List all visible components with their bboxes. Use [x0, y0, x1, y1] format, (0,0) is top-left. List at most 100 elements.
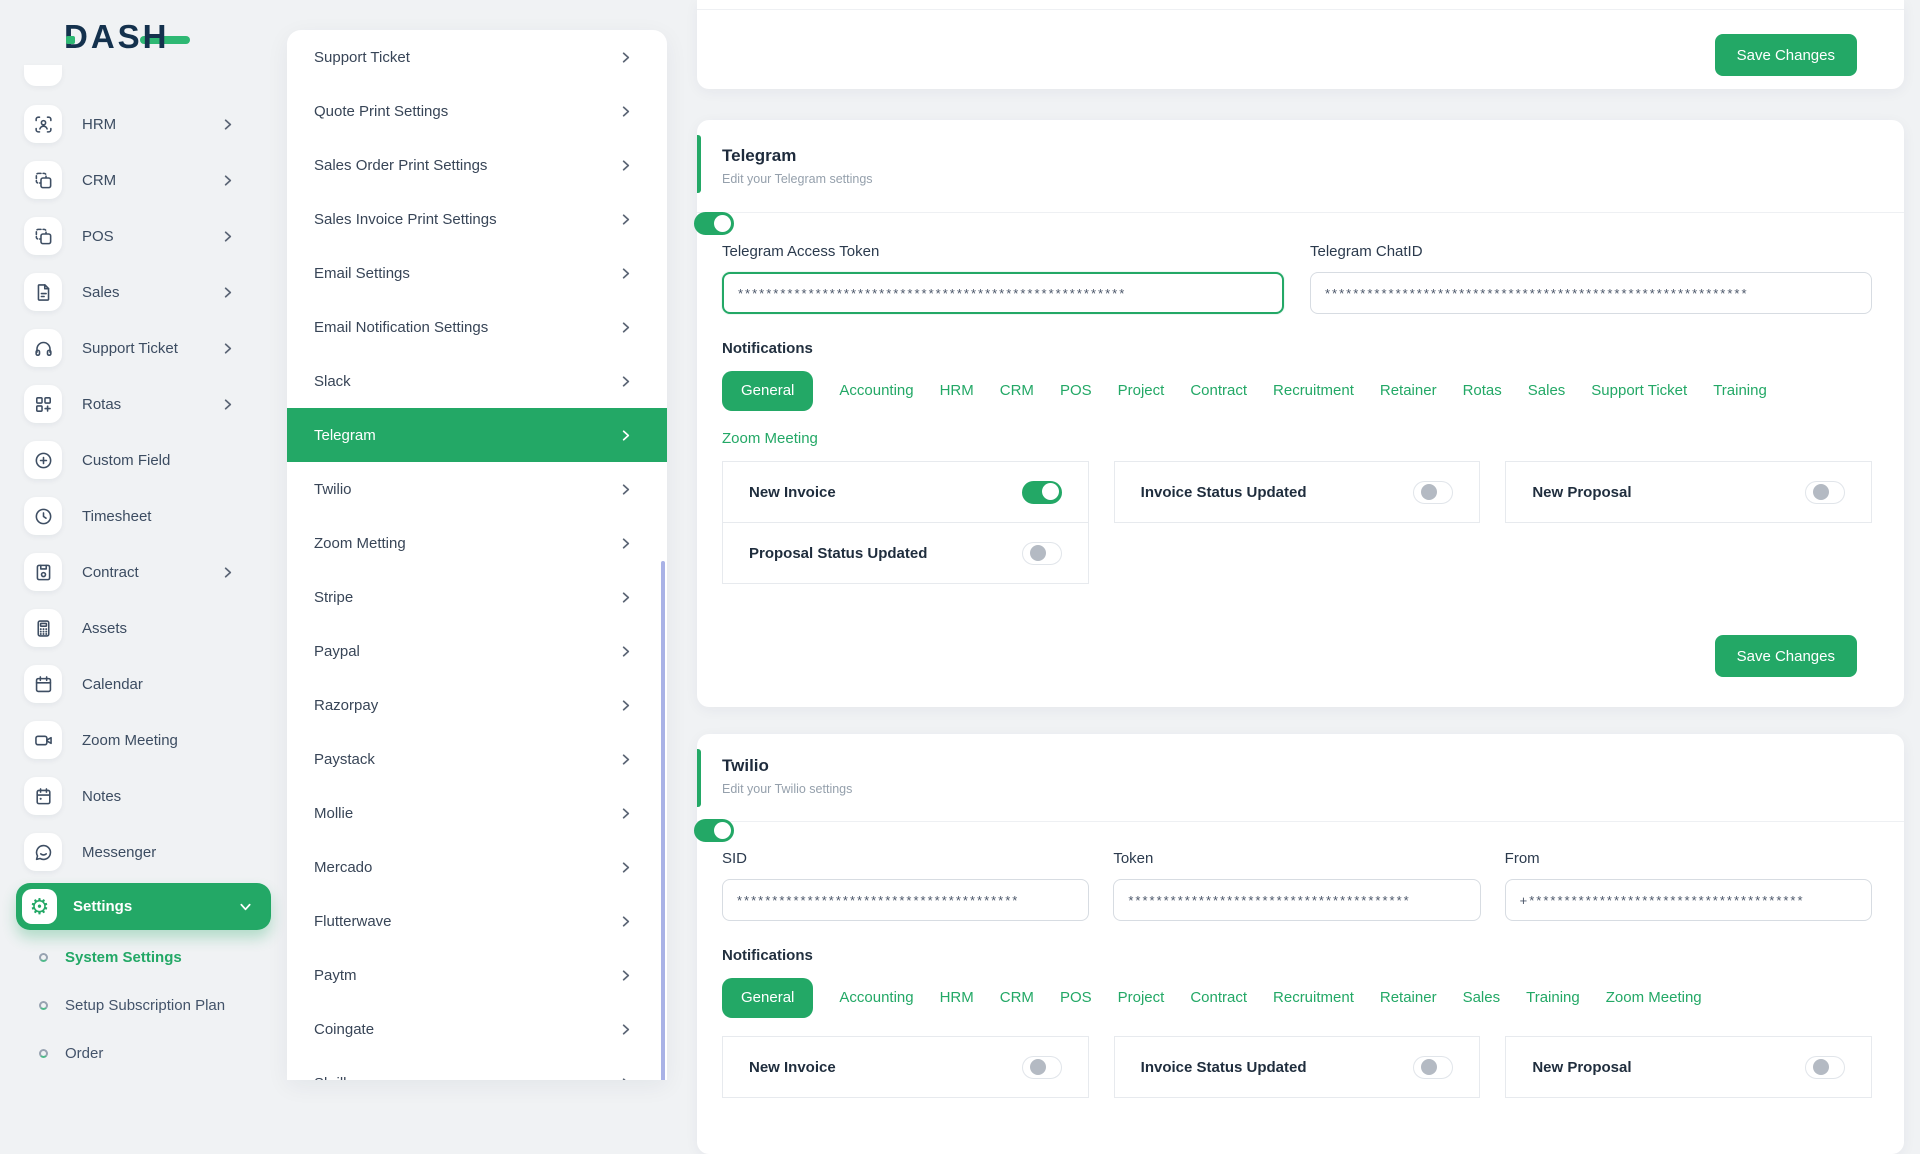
sidebar-subitem-system-settings[interactable]: System Settings	[0, 933, 287, 981]
chevron-right-icon	[618, 104, 633, 119]
notification-label: New Proposal	[1532, 1059, 1631, 1076]
twilio-tab-project[interactable]: Project	[1118, 978, 1165, 1018]
notification-toggle[interactable]	[1022, 1056, 1062, 1079]
notification-toggle[interactable]	[1022, 542, 1062, 565]
telegram-enabled-toggle[interactable]	[694, 212, 734, 235]
telegram-tab-zoom-meeting[interactable]: Zoom Meeting	[722, 419, 818, 459]
sidebar-item-custom-field[interactable]: Custom Field	[0, 432, 287, 488]
twilio-tab-hrm[interactable]: HRM	[940, 978, 974, 1018]
settings-menu-item-slack[interactable]: Slack	[287, 354, 667, 408]
twilio-tab-zoom-meeting[interactable]: Zoom Meeting	[1606, 978, 1702, 1018]
sidebar-item-support-ticket[interactable]: Support Ticket	[0, 320, 287, 376]
settings-menu-item-label: Razorpay	[314, 697, 378, 714]
logo-text: DASH	[64, 18, 170, 55]
sidebar-item-calendar[interactable]: Calendar	[0, 656, 287, 712]
sidebar-item-pos[interactable]: POS	[0, 208, 287, 264]
settings-menu-item-flutterwave[interactable]: Flutterwave	[287, 894, 667, 948]
telegram-tab-accounting[interactable]: Accounting	[839, 371, 913, 411]
toggle-knob	[1030, 545, 1046, 561]
sidebar-item-zoom-meeting[interactable]: Zoom Meeting	[0, 712, 287, 768]
twilio-tab-recruitment[interactable]: Recruitment	[1273, 978, 1354, 1018]
scrollbar-thumb[interactable]	[661, 561, 665, 1080]
sidebar-item-label: Timesheet	[82, 508, 151, 525]
telegram-tab-contract[interactable]: Contract	[1190, 371, 1247, 411]
twilio-notification-new-proposal: New Proposal	[1505, 1036, 1872, 1098]
twilio-token-input[interactable]	[1113, 879, 1480, 921]
telegram-tab-general[interactable]: General	[722, 371, 813, 411]
settings-menu-item-telegram[interactable]: Telegram	[287, 408, 667, 462]
custom-field-icon	[24, 441, 62, 479]
telegram-tab-training[interactable]: Training	[1713, 371, 1767, 411]
twilio-enabled-toggle[interactable]	[694, 819, 734, 842]
sidebar-item-messenger[interactable]: Messenger	[0, 824, 287, 880]
top-card-footer: Save Changes	[697, 9, 1904, 76]
twilio-tab-crm[interactable]: CRM	[1000, 978, 1034, 1018]
telegram-tab-rotas[interactable]: Rotas	[1463, 371, 1502, 411]
settings-menu-item-support-ticket[interactable]: Support Ticket	[287, 30, 667, 84]
settings-menu-item-paypal[interactable]: Paypal	[287, 624, 667, 678]
sidebar-item-assets[interactable]: Assets	[0, 600, 287, 656]
telegram-chatid-input[interactable]	[1310, 272, 1872, 314]
telegram-access-token-input[interactable]	[722, 272, 1284, 314]
chevron-right-icon	[618, 158, 633, 173]
settings-menu-item-quote-print-settings[interactable]: Quote Print Settings	[287, 84, 667, 138]
notification-toggle[interactable]	[1413, 481, 1453, 504]
sidebar-item-settings[interactable]: ⚙ Settings	[16, 883, 271, 930]
chevron-right-icon	[220, 341, 235, 356]
settings-menu-item-sales-invoice-print-settings[interactable]: Sales Invoice Print Settings	[287, 192, 667, 246]
telegram-tab-pos[interactable]: POS	[1060, 371, 1092, 411]
chevron-right-icon	[618, 428, 633, 443]
twilio-tab-retainer[interactable]: Retainer	[1380, 978, 1437, 1018]
telegram-tab-project[interactable]: Project	[1118, 371, 1165, 411]
twilio-tab-general[interactable]: General	[722, 978, 813, 1018]
twilio-tab-accounting[interactable]: Accounting	[839, 978, 913, 1018]
notification-toggle[interactable]	[1805, 481, 1845, 504]
telegram-tab-retainer[interactable]: Retainer	[1380, 371, 1437, 411]
toggle-knob	[1030, 1059, 1046, 1075]
chevron-right-icon	[220, 285, 235, 300]
settings-menu-item-razorpay[interactable]: Razorpay	[287, 678, 667, 732]
notification-toggle[interactable]	[1805, 1056, 1845, 1079]
settings-menu-item-skrill[interactable]: Skrill	[287, 1056, 667, 1080]
settings-menu-item-paytm[interactable]: Paytm	[287, 948, 667, 1002]
twilio-tab-sales[interactable]: Sales	[1463, 978, 1501, 1018]
sidebar-item-notes[interactable]: Notes	[0, 768, 287, 824]
sidebar-item-contract[interactable]: Contract	[0, 544, 287, 600]
sidebar-item-label: POS	[82, 228, 114, 245]
settings-menu-item-zoom-metting[interactable]: Zoom Metting	[287, 516, 667, 570]
twilio-sid-input[interactable]	[722, 879, 1089, 921]
settings-menu-item-mercado[interactable]: Mercado	[287, 840, 667, 894]
sidebar-item-hrm[interactable]: HRM	[0, 96, 287, 152]
telegram-notification-new-invoice: New Invoice	[722, 461, 1089, 523]
sidebar-subitem-setup-subscription-plan[interactable]: Setup Subscription Plan	[0, 981, 287, 1029]
twilio-tab-contract[interactable]: Contract	[1190, 978, 1247, 1018]
sidebar-item-rotas[interactable]: Rotas	[0, 376, 287, 432]
settings-menu-item-email-notification-settings[interactable]: Email Notification Settings	[287, 300, 667, 354]
settings-menu-item-twilio[interactable]: Twilio	[287, 462, 667, 516]
twilio-tab-training[interactable]: Training	[1526, 978, 1580, 1018]
save-button[interactable]: Save Changes	[1715, 635, 1857, 677]
settings-menu-item-stripe[interactable]: Stripe	[287, 570, 667, 624]
telegram-tab-crm[interactable]: CRM	[1000, 371, 1034, 411]
settings-menu-item-paystack[interactable]: Paystack	[287, 732, 667, 786]
notification-toggle[interactable]	[1022, 481, 1062, 504]
settings-menu-item-mollie[interactable]: Mollie	[287, 786, 667, 840]
sidebar-item-crm[interactable]: CRM	[0, 152, 287, 208]
notification-label: Proposal Status Updated	[749, 545, 927, 562]
telegram-tab-recruitment[interactable]: Recruitment	[1273, 371, 1354, 411]
settings-menu-item-coingate[interactable]: Coingate	[287, 1002, 667, 1056]
telegram-tab-support-ticket[interactable]: Support Ticket	[1591, 371, 1687, 411]
sidebar-item-sales[interactable]: Sales	[0, 264, 287, 320]
logo[interactable]: DASH	[0, 0, 287, 62]
sidebar-item-label: HRM	[82, 116, 116, 133]
notification-toggle[interactable]	[1413, 1056, 1453, 1079]
sidebar-subitem-order[interactable]: Order	[0, 1029, 287, 1077]
save-button[interactable]: Save Changes	[1715, 34, 1857, 76]
telegram-tab-hrm[interactable]: HRM	[940, 371, 974, 411]
twilio-from-input[interactable]	[1505, 879, 1872, 921]
settings-menu-item-email-settings[interactable]: Email Settings	[287, 246, 667, 300]
settings-menu-item-sales-order-print-settings[interactable]: Sales Order Print Settings	[287, 138, 667, 192]
twilio-tab-pos[interactable]: POS	[1060, 978, 1092, 1018]
sidebar-item-timesheet[interactable]: Timesheet	[0, 488, 287, 544]
telegram-tab-sales[interactable]: Sales	[1528, 371, 1566, 411]
